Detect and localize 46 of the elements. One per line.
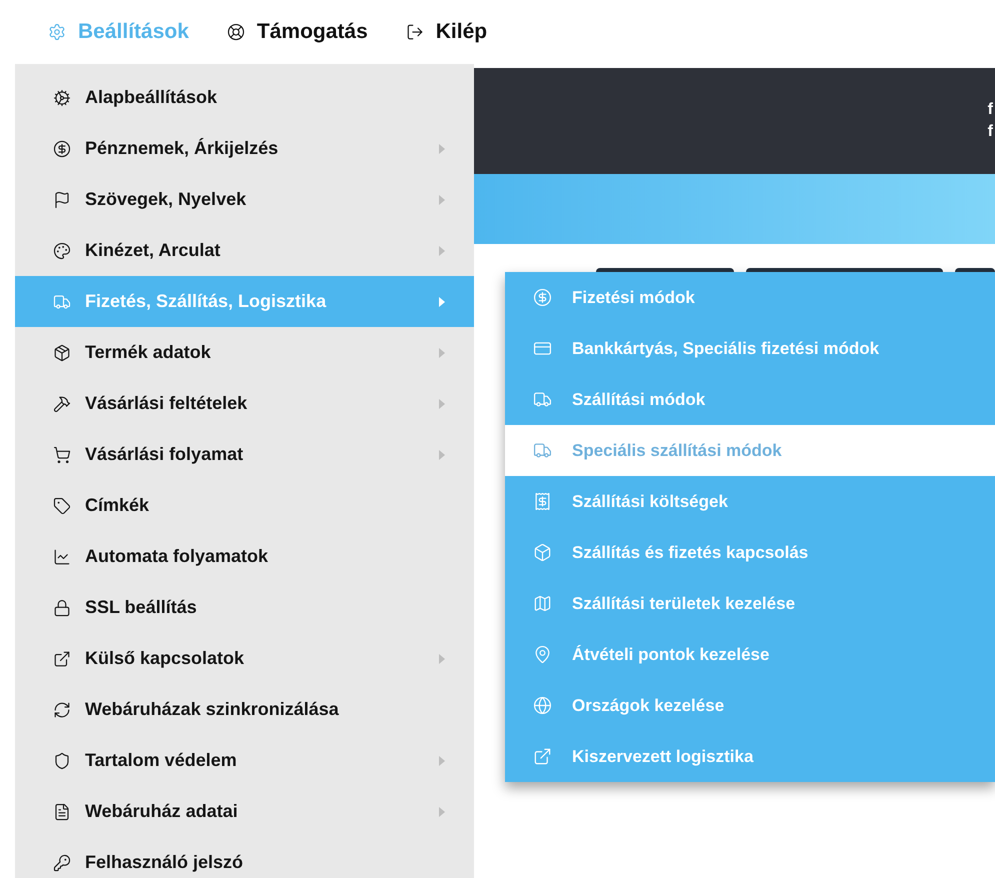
truck-icon [533,441,552,460]
package-icon [53,344,71,362]
receipt-icon [533,492,552,511]
box-icon [533,543,552,562]
banner-text: f [988,100,993,120]
menu-item[interactable]: Tartalom védelem [15,735,474,786]
external-link-icon [533,747,552,766]
exit-icon [406,23,424,41]
menu-item[interactable]: Kinézet, Arculat [15,225,474,276]
gear-icon [48,23,66,41]
nav-link[interactable]: Kilép [406,16,488,48]
hammer-icon [53,394,71,412]
menu-item[interactable]: Vásárlási folyamat [15,429,474,480]
key-icon [53,854,71,872]
menu-item[interactable]: Pénznemek, Árkijelzés [15,123,474,174]
menu-item[interactable]: Alapbeállítások [15,72,474,123]
palette-icon [53,242,71,260]
truck-icon [533,390,552,409]
menu-item[interactable]: Címkék [15,480,474,531]
lock-icon [53,598,71,616]
dollar-coin-icon [533,288,552,307]
menu-item[interactable]: Felhasználó jelszó [15,837,474,878]
menu-item[interactable]: Webáruház adatai [15,786,474,837]
flag-icon [53,190,71,208]
banner-text: f [988,122,993,142]
menu-item[interactable]: Szövegek, Nyelvek [15,174,474,225]
truck-icon [53,292,71,310]
map-icon [533,594,552,613]
menu-item[interactable]: Termék adatok [15,327,474,378]
menu-item[interactable]: Automata folyamatok [15,531,474,582]
document-icon [53,802,71,820]
menu-item[interactable]: Webáruházak szinkronizálása [15,684,474,735]
nav-link[interactable]: Támogatás [226,16,368,48]
lifebuoy-icon [226,23,245,41]
menu-item[interactable]: SSL beállítás [15,582,474,633]
chart-icon [53,548,71,566]
menu-item[interactable]: Vásárlási feltételek [15,378,474,429]
dollar-coin-icon [53,140,71,158]
shield-icon [53,752,71,770]
tag-icon [53,496,71,514]
menu-item[interactable]: Külső kapcsolatok [15,633,474,684]
globe-icon [533,696,552,715]
map-pin-icon [533,645,552,664]
refresh-icon [53,700,71,718]
cart-icon [53,446,71,464]
external-link-icon [53,650,71,668]
